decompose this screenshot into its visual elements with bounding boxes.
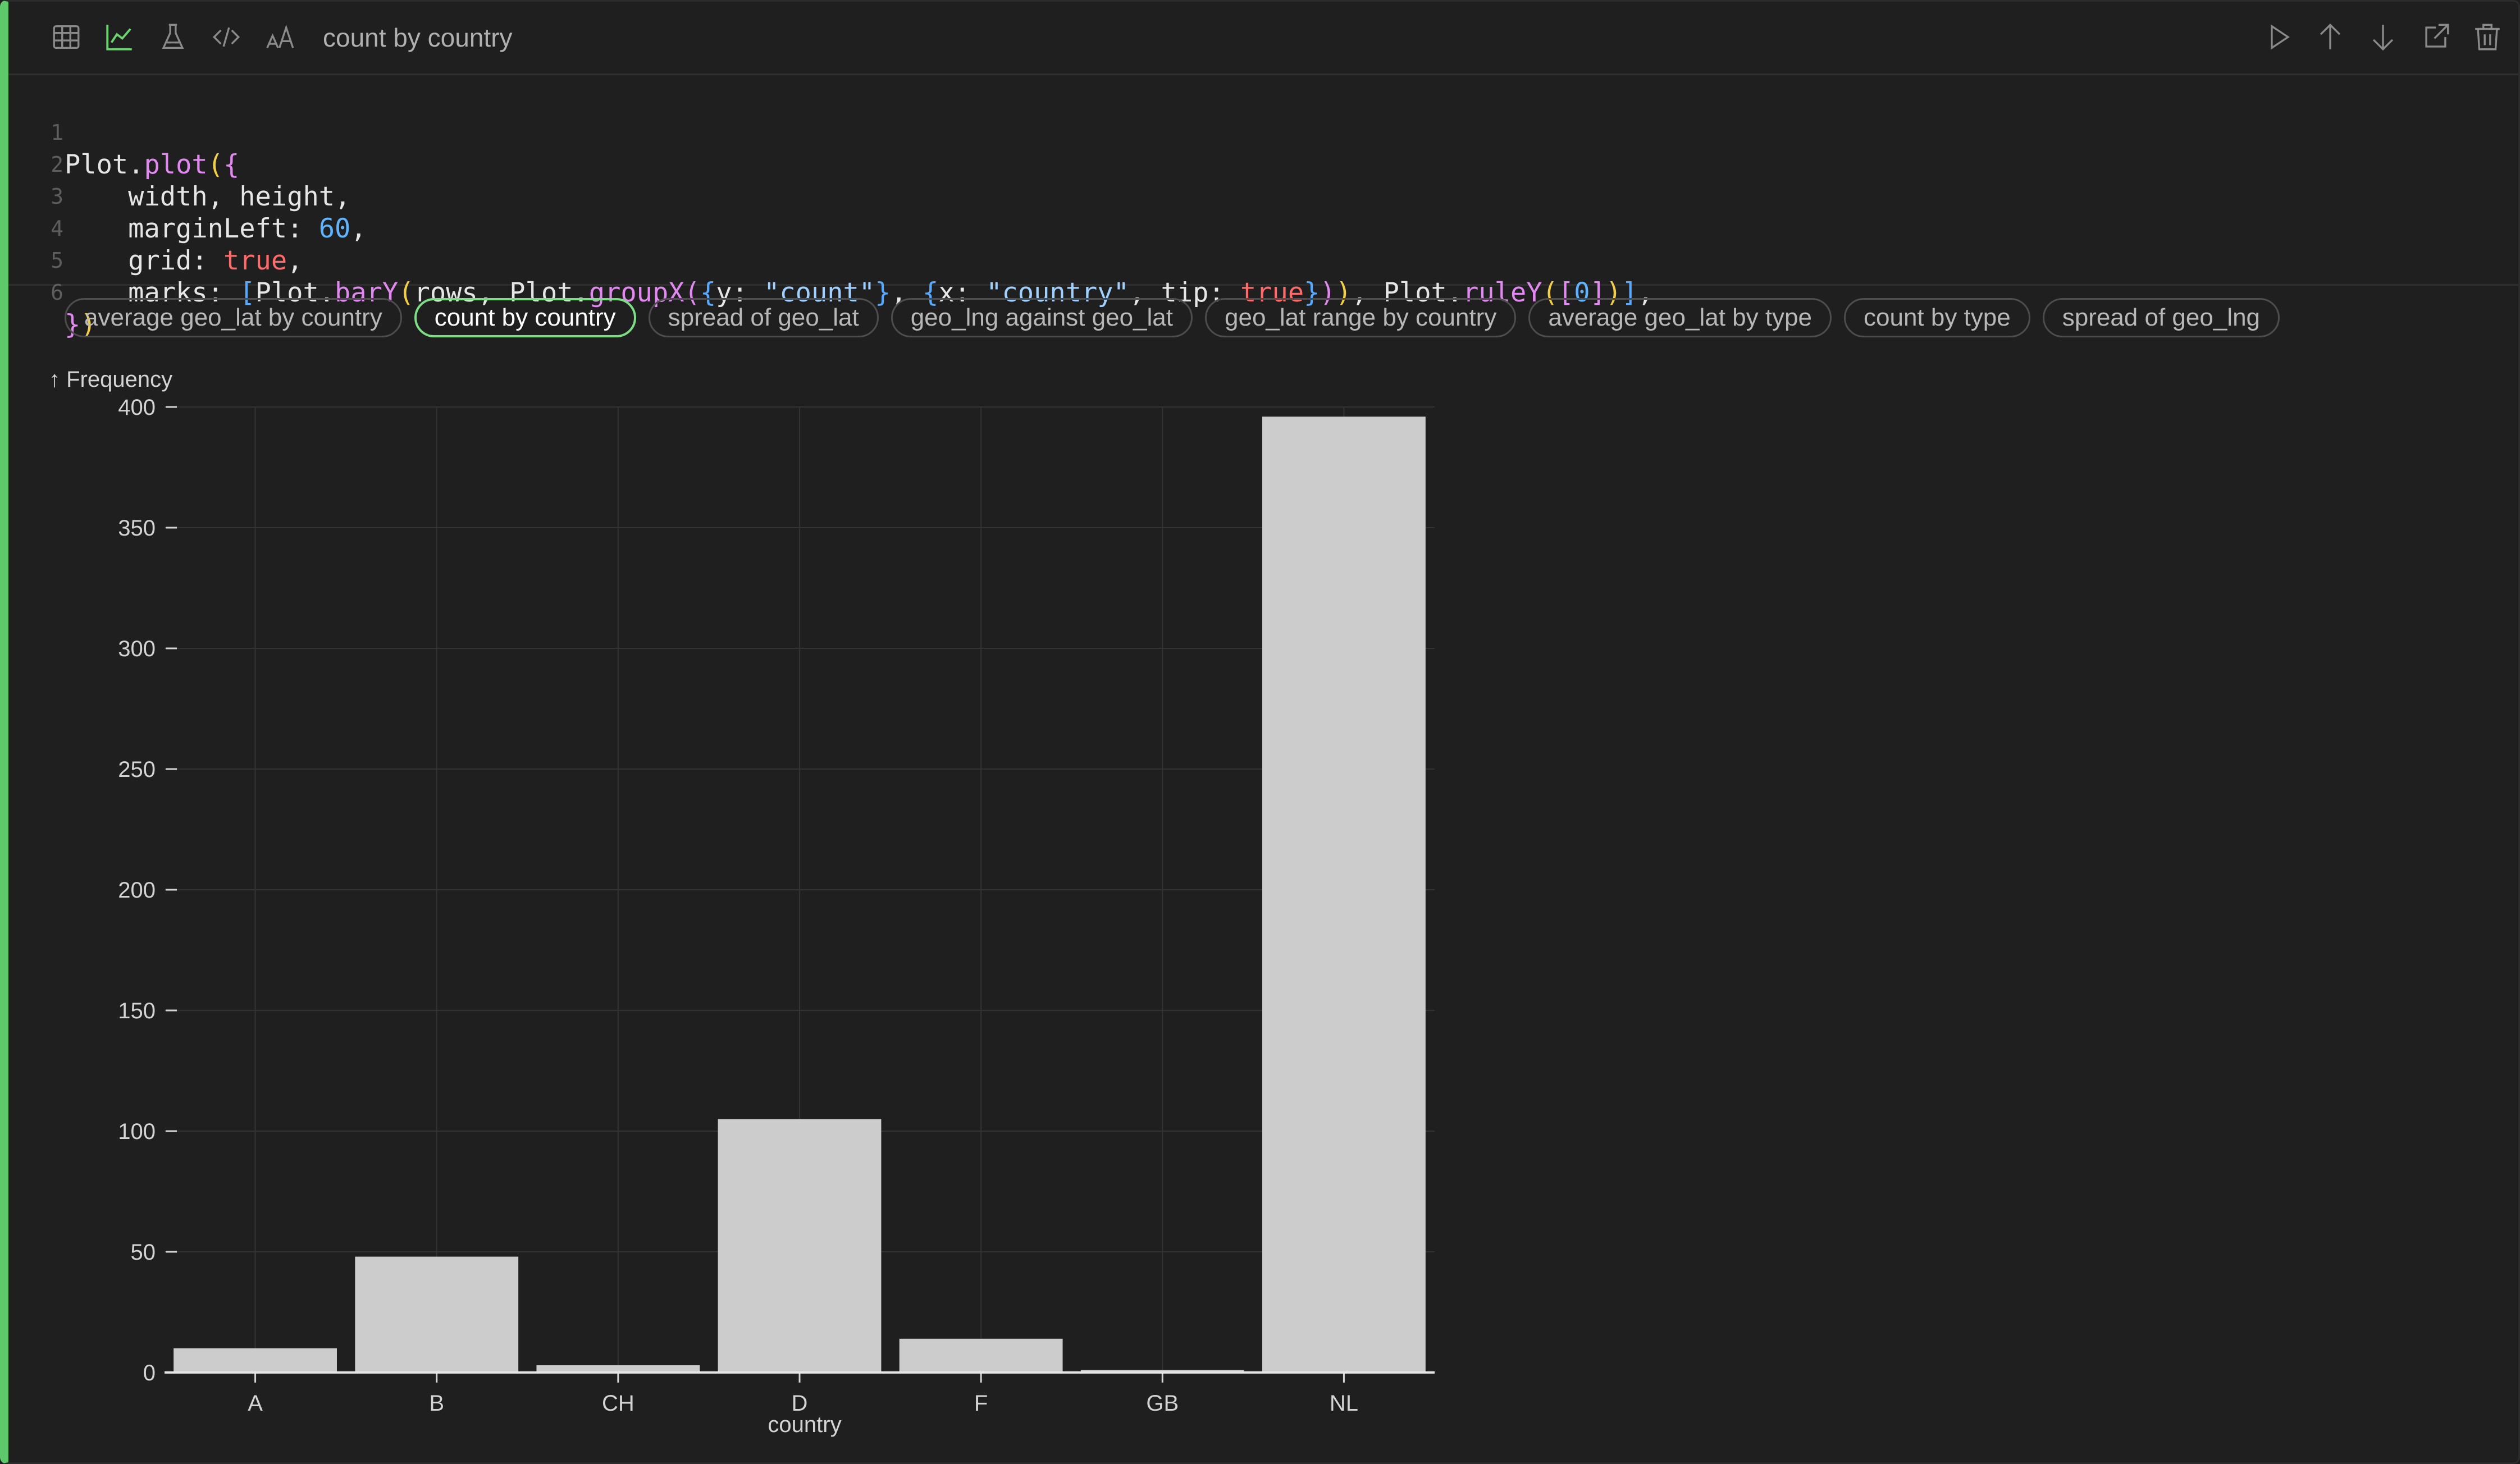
- y-tick-label: 0: [143, 1361, 156, 1385]
- code-line: 3 marginLeft: 60,: [8, 149, 367, 244]
- y-tick-label: 50: [131, 1240, 156, 1265]
- suggestion-chips: average geo_lat by country count by coun…: [65, 298, 2280, 337]
- code-editor[interactable]: 1 Plot.plot({ 2 width, height, 3 marginL…: [8, 75, 2518, 340]
- chip-geo-lng-against-geo-lat[interactable]: geo_lng against geo_lat: [891, 298, 1193, 337]
- x-tick-label: B: [429, 1391, 444, 1416]
- bar-d[interactable]: [718, 1119, 882, 1373]
- notebook-cell: count by country 1 Plot.plot({2 width, …: [0, 0, 2520, 1464]
- bar-nl[interactable]: [1262, 417, 1426, 1373]
- chip-average-geo-lat-by-type[interactable]: average geo_lat by type: [1528, 298, 1832, 337]
- text-size-icon[interactable]: [262, 19, 299, 56]
- code-line: 6 }): [8, 245, 104, 340]
- code-icon[interactable]: [208, 19, 245, 56]
- arrow-up-icon[interactable]: [2312, 19, 2349, 56]
- line-number: 6: [51, 280, 63, 305]
- x-tick-label: CH: [602, 1391, 634, 1416]
- chart-icon[interactable]: [101, 19, 138, 56]
- code-line: 2 width, height,: [8, 117, 350, 212]
- chip-spread-of-geo-lng[interactable]: spread of geo_lng: [2042, 298, 2280, 337]
- code-line: 1 Plot.plot({: [8, 85, 239, 180]
- chip-count-by-type[interactable]: count by type: [1844, 298, 2030, 337]
- y-tick-label: 150: [118, 999, 156, 1023]
- code-line: 4 grid: true,: [8, 181, 303, 276]
- bar-b[interactable]: [355, 1256, 519, 1372]
- chip-geo-lat-range-by-country[interactable]: geo_lat range by country: [1205, 298, 1517, 337]
- cell-title[interactable]: count by country: [323, 21, 513, 54]
- x-tick-label: GB: [1146, 1391, 1179, 1416]
- y-tick-label: 100: [118, 1119, 156, 1144]
- y-tick-label: 350: [118, 516, 156, 541]
- chip-spread-of-geo-lat[interactable]: spread of geo_lat: [648, 298, 879, 337]
- code-line: 5 marks: [Plot.barY(rows, Plot.groupX({y…: [8, 213, 1654, 308]
- y-tick-label: 300: [118, 637, 156, 661]
- chip-average-geo-lat-by-country[interactable]: average geo_lat by country: [65, 298, 402, 337]
- x-tick-label: F: [974, 1391, 988, 1416]
- y-tick-label: 200: [118, 878, 156, 903]
- trash-icon[interactable]: [2469, 19, 2506, 56]
- x-tick-label: A: [248, 1391, 263, 1416]
- bar-chart: 050100150200250300350400A B CH D F GB NL ↑ Fre…: [49, 367, 1435, 1437]
- arrow-down-icon[interactable]: [2364, 19, 2402, 56]
- bar-a[interactable]: [174, 1348, 337, 1372]
- cell-toolbar: count by country: [8, 2, 2518, 75]
- y-tick-label: 250: [118, 757, 156, 782]
- chip-count-by-country[interactable]: count by country: [414, 298, 636, 337]
- x-tick-label: NL: [1330, 1391, 1358, 1416]
- x-axis-label: country: [768, 1412, 841, 1437]
- share-icon[interactable]: [2417, 19, 2454, 56]
- flask-icon[interactable]: [154, 19, 191, 56]
- y-axis-label: ↑ Frequency: [49, 367, 172, 392]
- table-icon[interactable]: [48, 19, 85, 56]
- play-icon[interactable]: [2260, 19, 2297, 56]
- y-tick-label: 400: [118, 395, 156, 420]
- bar-f[interactable]: [899, 1338, 1063, 1372]
